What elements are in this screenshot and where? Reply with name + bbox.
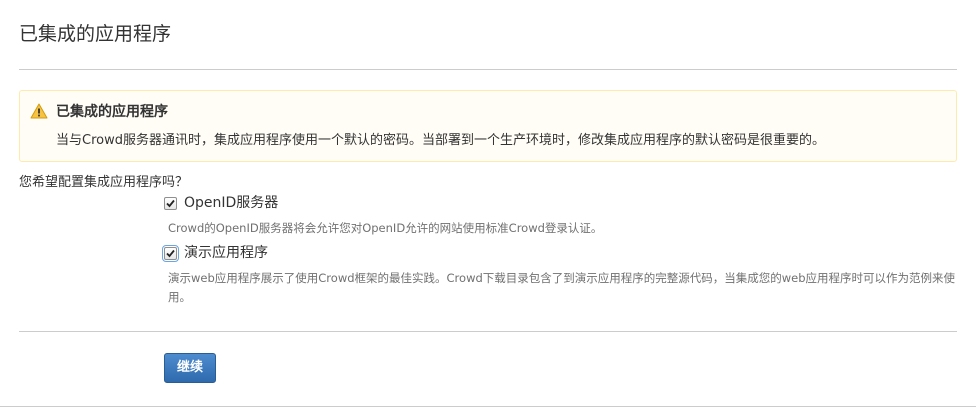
- page-bottom-border: [0, 406, 976, 407]
- demo-application-label[interactable]: 演示应用程序: [184, 243, 268, 263]
- openid-server-label[interactable]: OpenID服务器: [184, 193, 278, 213]
- warning-message: 已集成的应用程序 当与Crowd服务器通讯时，集成应用程序使用一个默认的密码。当…: [19, 90, 957, 162]
- openid-server-description: Crowd的OpenID服务器将会允许您对OpenID允许的网站使用标准Crow…: [168, 221, 603, 235]
- demo-application-description: 演示web应用程序展示了使用Crowd框架的最佳实践。Crowd下载目录包含了到…: [168, 271, 956, 304]
- warning-body: 当与Crowd服务器通讯时，集成应用程序使用一个默认的密码。当部署到一个生产环境…: [56, 133, 825, 148]
- bottom-divider: [19, 331, 957, 332]
- configure-question: 您希望配置集成应用程序吗？: [19, 175, 189, 190]
- top-divider: [19, 69, 957, 70]
- warning-title: 已集成的应用程序: [56, 104, 168, 120]
- demo-application-checkbox[interactable]: [162, 245, 179, 262]
- openid-server-checkbox[interactable]: [164, 197, 177, 210]
- warning-icon: [30, 103, 48, 119]
- continue-button[interactable]: 继续: [164, 353, 216, 383]
- page: 已集成的应用程序 已集成的应用程序 当与Crowd服务器通讯时，集成应用程序使用…: [0, 0, 976, 409]
- check-icon: [166, 199, 175, 208]
- page-title: 已集成的应用程序: [19, 23, 172, 45]
- check-icon: [166, 249, 175, 258]
